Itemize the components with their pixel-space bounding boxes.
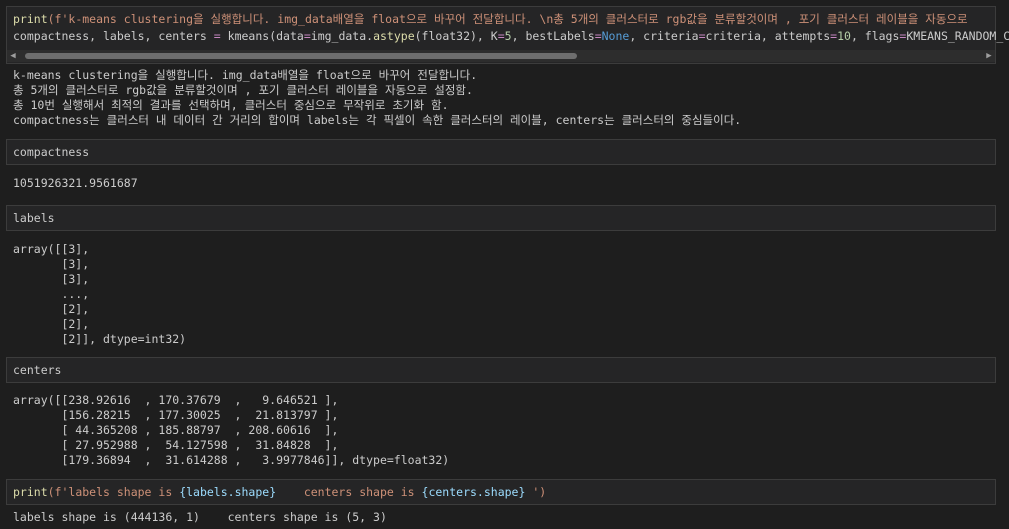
scroll-right-icon[interactable]: ▶ — [983, 50, 995, 62]
code-token: {centers.shape} — [421, 485, 526, 499]
code-cell-compactness[interactable]: compactness — [6, 139, 996, 165]
code-cell-kmeans[interactable]: print(f'k-means clustering을 실행합니다. img_d… — [6, 6, 1009, 64]
code-token: , criteria — [629, 29, 699, 43]
output-line: ..., — [13, 287, 90, 301]
code-token: None — [601, 29, 630, 43]
output-line: [156.28215 , 177.30025 , 21.813797 ], — [13, 408, 339, 422]
code-token: 5 — [504, 29, 512, 43]
code-token: , flags — [850, 29, 900, 43]
code-token: centers shape is — [276, 485, 422, 499]
code-token: = — [303, 29, 311, 43]
output-line: [179.36894 , 31.614288 , 3.9977846]], dt… — [13, 453, 450, 467]
code-token: = — [594, 29, 602, 43]
code-token: img_data. — [310, 29, 374, 43]
code-token: , bestLabels — [511, 29, 595, 43]
scroll-left-icon[interactable]: ◀ — [7, 50, 19, 62]
output-line: 총 5개의 클러스터로 rgb값을 분류할것이며 , 포기 클러스터 레이블을 … — [13, 83, 473, 97]
code-token: (f'labels shape is — [47, 485, 180, 499]
output-line: compactness는 클러스터 내 데이터 간 거리의 합이며 labels… — [13, 113, 742, 127]
code-cell-centers[interactable]: centers — [6, 357, 996, 383]
print-keyword: print — [13, 12, 48, 26]
print-string: (f'k-means clustering을 실행합니다. img_data배열… — [47, 12, 968, 26]
code-token: compactness, labels, centers — [13, 29, 214, 43]
code-token: 10 — [837, 29, 851, 43]
code-line: labels — [13, 211, 55, 225]
output-line: [3], — [13, 272, 90, 286]
output-compactness: 1051926321.9561687 — [13, 176, 138, 190]
horizontal-scrollbar[interactable]: ◀ ▶ — [7, 50, 995, 62]
code-token: = — [497, 29, 505, 43]
output-line: [2]], dtype=int32) — [13, 332, 187, 346]
output-line: [2], — [13, 302, 90, 316]
output-line: [ 27.952988 , 54.127598 , 31.84828 ], — [13, 438, 339, 452]
code-token: kmeans(data — [220, 29, 304, 43]
output-line: [2], — [13, 317, 90, 331]
output-line: array([[3], — [13, 242, 90, 256]
code-token: astype — [373, 29, 415, 43]
code-token: {labels.shape} — [179, 485, 277, 499]
code-token: = — [698, 29, 706, 43]
code-token: criteria, attempts — [705, 29, 831, 43]
code-line: compactness — [13, 145, 90, 159]
code-cell-labels[interactable]: labels — [6, 205, 996, 231]
output-line: [ 44.365208 , 185.88797 , 208.60616 ], — [13, 423, 339, 437]
output-shapes: labels shape is (444136, 1) centers shap… — [13, 510, 387, 524]
output-line: k-means clustering을 실행합니다. img_data배열을 f… — [13, 68, 478, 82]
output-line: [3], — [13, 257, 90, 271]
code-line: print(f'labels shape is {labels.shape} c… — [13, 485, 546, 500]
output-line: array([[238.92616 , 170.37679 , 9.646521… — [13, 393, 339, 407]
code-cell-print-shapes[interactable]: print(f'labels shape is {labels.shape} c… — [6, 479, 996, 505]
code-line-kmeans: compactness, labels, centers = kmeans(da… — [13, 29, 1009, 44]
code-token: KMEANS_RANDOM_CENTERS) — [906, 29, 1009, 43]
output-line: 총 10번 실행해서 최적의 결과를 선택하며, 클러스터 중심으로 무작위로 … — [13, 98, 449, 112]
code-line: centers — [13, 363, 62, 377]
code-token: ') — [525, 485, 547, 499]
code-token: print — [13, 485, 48, 499]
code-line-print: print(f'k-means clustering을 실행합니다. img_d… — [13, 12, 968, 27]
code-token: (float32), K — [414, 29, 498, 43]
scrollbar-thumb[interactable] — [25, 53, 577, 59]
code-token: = — [213, 29, 221, 43]
